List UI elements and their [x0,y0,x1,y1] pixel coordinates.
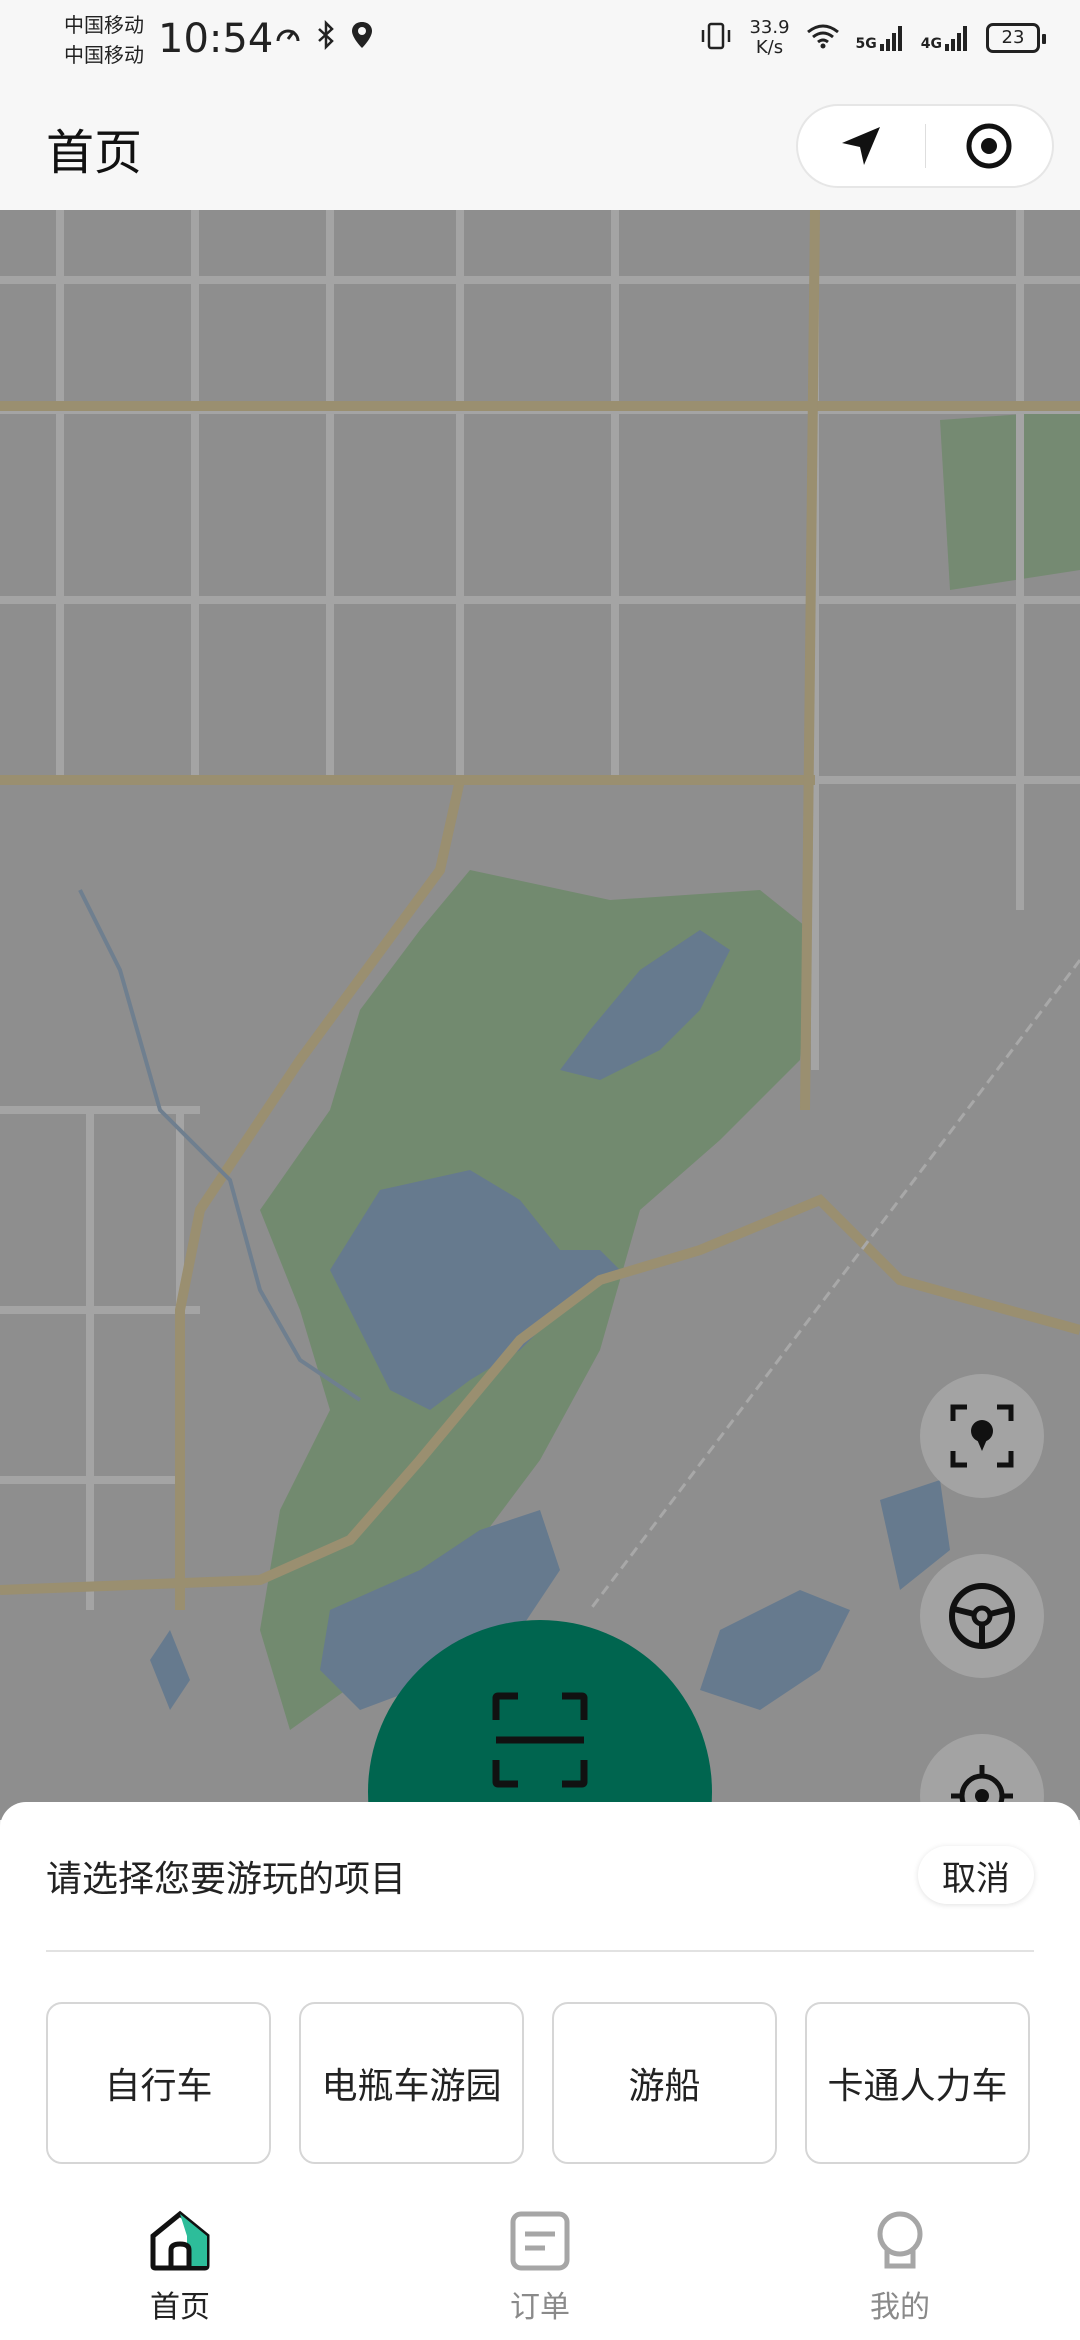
map-view[interactable] [0,210,1080,1820]
net-speed: 33.9 K/s [749,18,789,58]
option-electric-cart-tour[interactable]: 电瓶车游园 [299,2002,524,2164]
target-circle-icon [966,123,1012,169]
tab-orders[interactable]: 订单 [440,2190,640,2340]
steering-wheel-icon [949,1583,1015,1649]
carrier-info: 中国移动 中国移动 [64,10,144,70]
carrier-2: 中国移动 [64,43,144,67]
mini-program-capsule [796,104,1054,188]
bottom-tab-bar: 首页 订单 我的 [0,2190,1080,2340]
close-target-button[interactable] [926,106,1053,186]
wifi-icon [806,22,840,54]
signal-2: 4G [921,24,970,52]
tab-orders-label: 订单 [510,2290,570,2325]
tab-profile[interactable]: 我的 [800,2190,1000,2340]
location-pin-icon [350,20,374,54]
status-left-icons [274,19,374,54]
status-right-icons: 33.9 K/s 5G 4G 23 [699,18,1046,58]
scan-location-button[interactable] [920,1374,1044,1498]
battery-icon: 23 [986,23,1046,53]
speedometer-icon [274,21,302,53]
order-icon [510,2211,570,2271]
option-boat[interactable]: 游船 [552,2002,777,2164]
signal-1: 5G [856,24,905,52]
tab-profile-label: 我的 [870,2290,930,2325]
status-time: 10:54 [158,16,274,62]
scan-icon [492,1692,588,1788]
net-speed-value: 33.9 [749,17,790,38]
tab-home-label: 首页 [150,2290,210,2325]
cancel-button[interactable]: 取消 [918,1846,1034,1904]
vibrate-icon [699,21,733,55]
home-icon [150,2210,210,2271]
project-options: 自行车 电瓶车游园 游船 卡通人力车 [46,2002,1034,2164]
page-title: 首页 [46,125,143,181]
bluetooth-icon [316,19,336,54]
signal-2-type: 4G [920,36,942,52]
steering-wheel-button[interactable] [920,1554,1044,1678]
tab-home[interactable]: 首页 [80,2190,280,2340]
option-bicycle[interactable]: 自行车 [46,2002,271,2164]
navigation-arrow-icon [842,127,881,165]
profile-icon [877,2211,923,2269]
signal-1-type: 5G [855,36,877,52]
option-cartoon-rickshaw[interactable]: 卡通人力车 [805,2002,1030,2164]
scan-location-icon [950,1404,1014,1468]
sheet-divider [46,1950,1034,1952]
net-speed-unit: K/s [755,37,784,58]
carrier-1: 中国移动 [64,13,144,37]
sheet-title: 请选择您要游玩的项目 [46,1859,407,1900]
navigation-button[interactable] [798,106,925,186]
